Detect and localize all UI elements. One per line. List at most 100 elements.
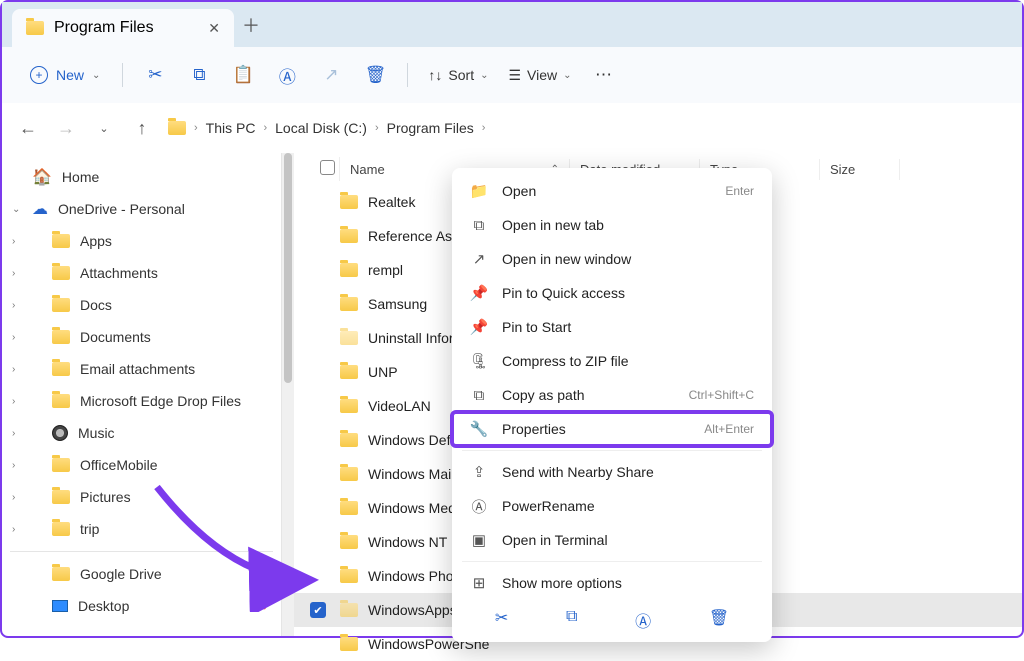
sidebar-item[interactable]: › Email attachments — [10, 353, 273, 385]
delete-icon[interactable]: 🗑 — [355, 57, 395, 93]
context-menu-item[interactable]: ↗Open in new window — [452, 242, 772, 276]
chevron-right-icon[interactable]: › — [12, 236, 15, 247]
context-menu-label: Compress to ZIP file — [502, 353, 629, 369]
sidebar-label: Pictures — [80, 489, 131, 505]
sidebar-label: Microsoft Edge Drop Files — [80, 393, 241, 409]
scrollbar[interactable] — [282, 153, 294, 636]
new-button[interactable]: + New ⌄ — [20, 60, 110, 90]
chevron-right-icon: › — [482, 122, 486, 134]
more-icon: ⊞ — [470, 574, 488, 592]
chevron-right-icon[interactable]: › — [12, 396, 15, 407]
desktop-icon — [52, 600, 68, 612]
chevron-right-icon[interactable]: › — [12, 492, 15, 503]
folder-icon — [52, 298, 70, 312]
context-menu-item[interactable]: ⇪Send with Nearby Share — [452, 455, 772, 489]
breadcrumb[interactable]: › This PC › Local Disk (C:) › Program Fi… — [168, 120, 485, 136]
chevron-right-icon[interactable]: › — [12, 364, 15, 375]
cut-icon[interactable]: ✂ — [495, 608, 508, 632]
sidebar-item[interactable]: ›trip — [10, 513, 273, 545]
folder-icon — [340, 195, 358, 209]
file-name: Samsung — [368, 296, 427, 312]
sidebar-label: Desktop — [78, 598, 129, 614]
context-menu-label: Open in new tab — [502, 217, 604, 233]
breadcrumb-item[interactable]: This PC — [206, 120, 256, 136]
context-menu-item[interactable]: 📌Pin to Quick access — [452, 276, 772, 310]
sidebar-pinned-item[interactable]: Google Drive📌 — [10, 558, 273, 590]
copy-icon[interactable]: ⧉ — [566, 608, 577, 632]
context-menu-item[interactable]: 📌Pin to Start — [452, 310, 772, 344]
chevron-down-icon[interactable]: ⌄ — [12, 204, 20, 215]
forward-button[interactable]: → — [54, 118, 78, 139]
sidebar-label: Home — [62, 169, 99, 185]
context-menu-item[interactable]: ⒶPowerRename — [452, 489, 772, 523]
new-tab-button[interactable]: ＋ — [234, 12, 268, 38]
shortcut: Ctrl+Shift+C — [689, 388, 754, 402]
share-icon[interactable]: ↗ — [311, 57, 351, 93]
select-all-checkbox[interactable] — [310, 157, 340, 181]
breadcrumb-item[interactable]: Program Files — [387, 120, 474, 136]
chevron-right-icon[interactable]: › — [12, 460, 15, 471]
file-name: Realtek — [368, 194, 415, 210]
context-menu-item[interactable]: 🗜Compress to ZIP file — [452, 344, 772, 378]
chevron-right-icon[interactable]: › — [12, 300, 15, 311]
row-checkbox[interactable] — [310, 602, 340, 618]
delete-icon[interactable]: 🗑 — [709, 608, 729, 632]
paste-icon[interactable]: 📋 — [223, 57, 263, 93]
folder-icon — [340, 467, 358, 481]
context-menu-item[interactable]: 🔧PropertiesAlt+Enter — [452, 412, 772, 446]
up-button[interactable]: ↑ — [130, 118, 154, 139]
folder-icon — [340, 331, 358, 345]
history-chevron-icon[interactable]: ⌄ — [92, 122, 116, 135]
folder-icon: 📁 — [470, 182, 488, 200]
chevron-right-icon[interactable]: › — [12, 524, 15, 535]
sidebar-label: Email attachments — [80, 361, 195, 377]
chevron-right-icon[interactable]: › — [12, 428, 15, 439]
chevron-right-icon[interactable]: › — [12, 332, 15, 343]
sidebar-item[interactable]: › Microsoft Edge Drop Files — [10, 385, 273, 417]
breadcrumb-item[interactable]: Local Disk (C:) — [275, 120, 367, 136]
cut-icon[interactable]: ✂ — [135, 57, 175, 93]
sidebar: 🏠 Home ⌄ ☁ OneDrive - Personal › Apps ›Att… — [2, 153, 282, 636]
context-menu-label: Copy as path — [502, 387, 585, 403]
folder-icon — [52, 234, 70, 248]
sidebar-item[interactable]: ›Docs — [10, 289, 273, 321]
sidebar-onedrive[interactable]: ⌄ ☁ OneDrive - Personal — [10, 193, 273, 225]
rename-icon[interactable]: Ⓐ — [635, 608, 651, 632]
context-menu-item[interactable]: ⊞Show more options — [452, 566, 772, 600]
chevron-right-icon[interactable]: › — [12, 268, 15, 279]
sidebar-label: Google Drive — [80, 566, 162, 582]
rename-icon[interactable]: Ⓐ — [267, 57, 307, 93]
sidebar-item[interactable]: › Apps — [10, 225, 273, 257]
sidebar-home[interactable]: 🏠 Home — [10, 161, 273, 193]
view-icon: ☰ — [508, 67, 521, 84]
chevron-down-icon: ⌄ — [92, 70, 100, 81]
context-menu-item[interactable]: ⧉Copy as pathCtrl+Shift+C — [452, 378, 772, 412]
sort-button[interactable]: ↑↓ Sort ⌄ — [420, 67, 496, 83]
copy-icon[interactable]: ⧉ — [179, 57, 219, 93]
sidebar-item[interactable]: › Pictures — [10, 481, 273, 513]
view-button[interactable]: ☰ View ⌄ — [500, 67, 579, 84]
context-menu-item[interactable]: 📁OpenEnter — [452, 174, 772, 208]
back-button[interactable]: ← — [16, 118, 40, 139]
shortcut: Alt+Enter — [704, 422, 754, 436]
folder-icon — [26, 21, 44, 35]
sidebar-label: Apps — [80, 233, 112, 249]
chevron-down-icon: ⌄ — [563, 70, 571, 81]
context-menu-item[interactable]: ⧉Open in new tab — [452, 208, 772, 242]
file-name: Windows NT — [368, 534, 447, 550]
sidebar-item[interactable]: ›Documents — [10, 321, 273, 353]
window-tab[interactable]: Program Files ✕ — [12, 9, 234, 47]
sidebar-pinned-item[interactable]: Desktop📌 — [10, 590, 273, 622]
sidebar-item[interactable]: ›Attachments — [10, 257, 273, 289]
sidebar-item[interactable]: ›OfficeMobile — [10, 449, 273, 481]
column-size[interactable]: Size — [820, 159, 900, 180]
context-menu-label: PowerRename — [502, 498, 595, 514]
file-name: WindowsApps — [368, 602, 457, 618]
context-menu-item[interactable]: ▣Open in Terminal — [452, 523, 772, 557]
scroll-thumb[interactable] — [284, 153, 292, 383]
close-tab-icon[interactable]: ✕ — [208, 20, 220, 37]
divider — [407, 63, 408, 87]
more-icon[interactable]: ⋯ — [584, 57, 624, 93]
sidebar-item[interactable]: ›Music — [10, 417, 273, 449]
terminal-icon: ▣ — [470, 531, 488, 549]
